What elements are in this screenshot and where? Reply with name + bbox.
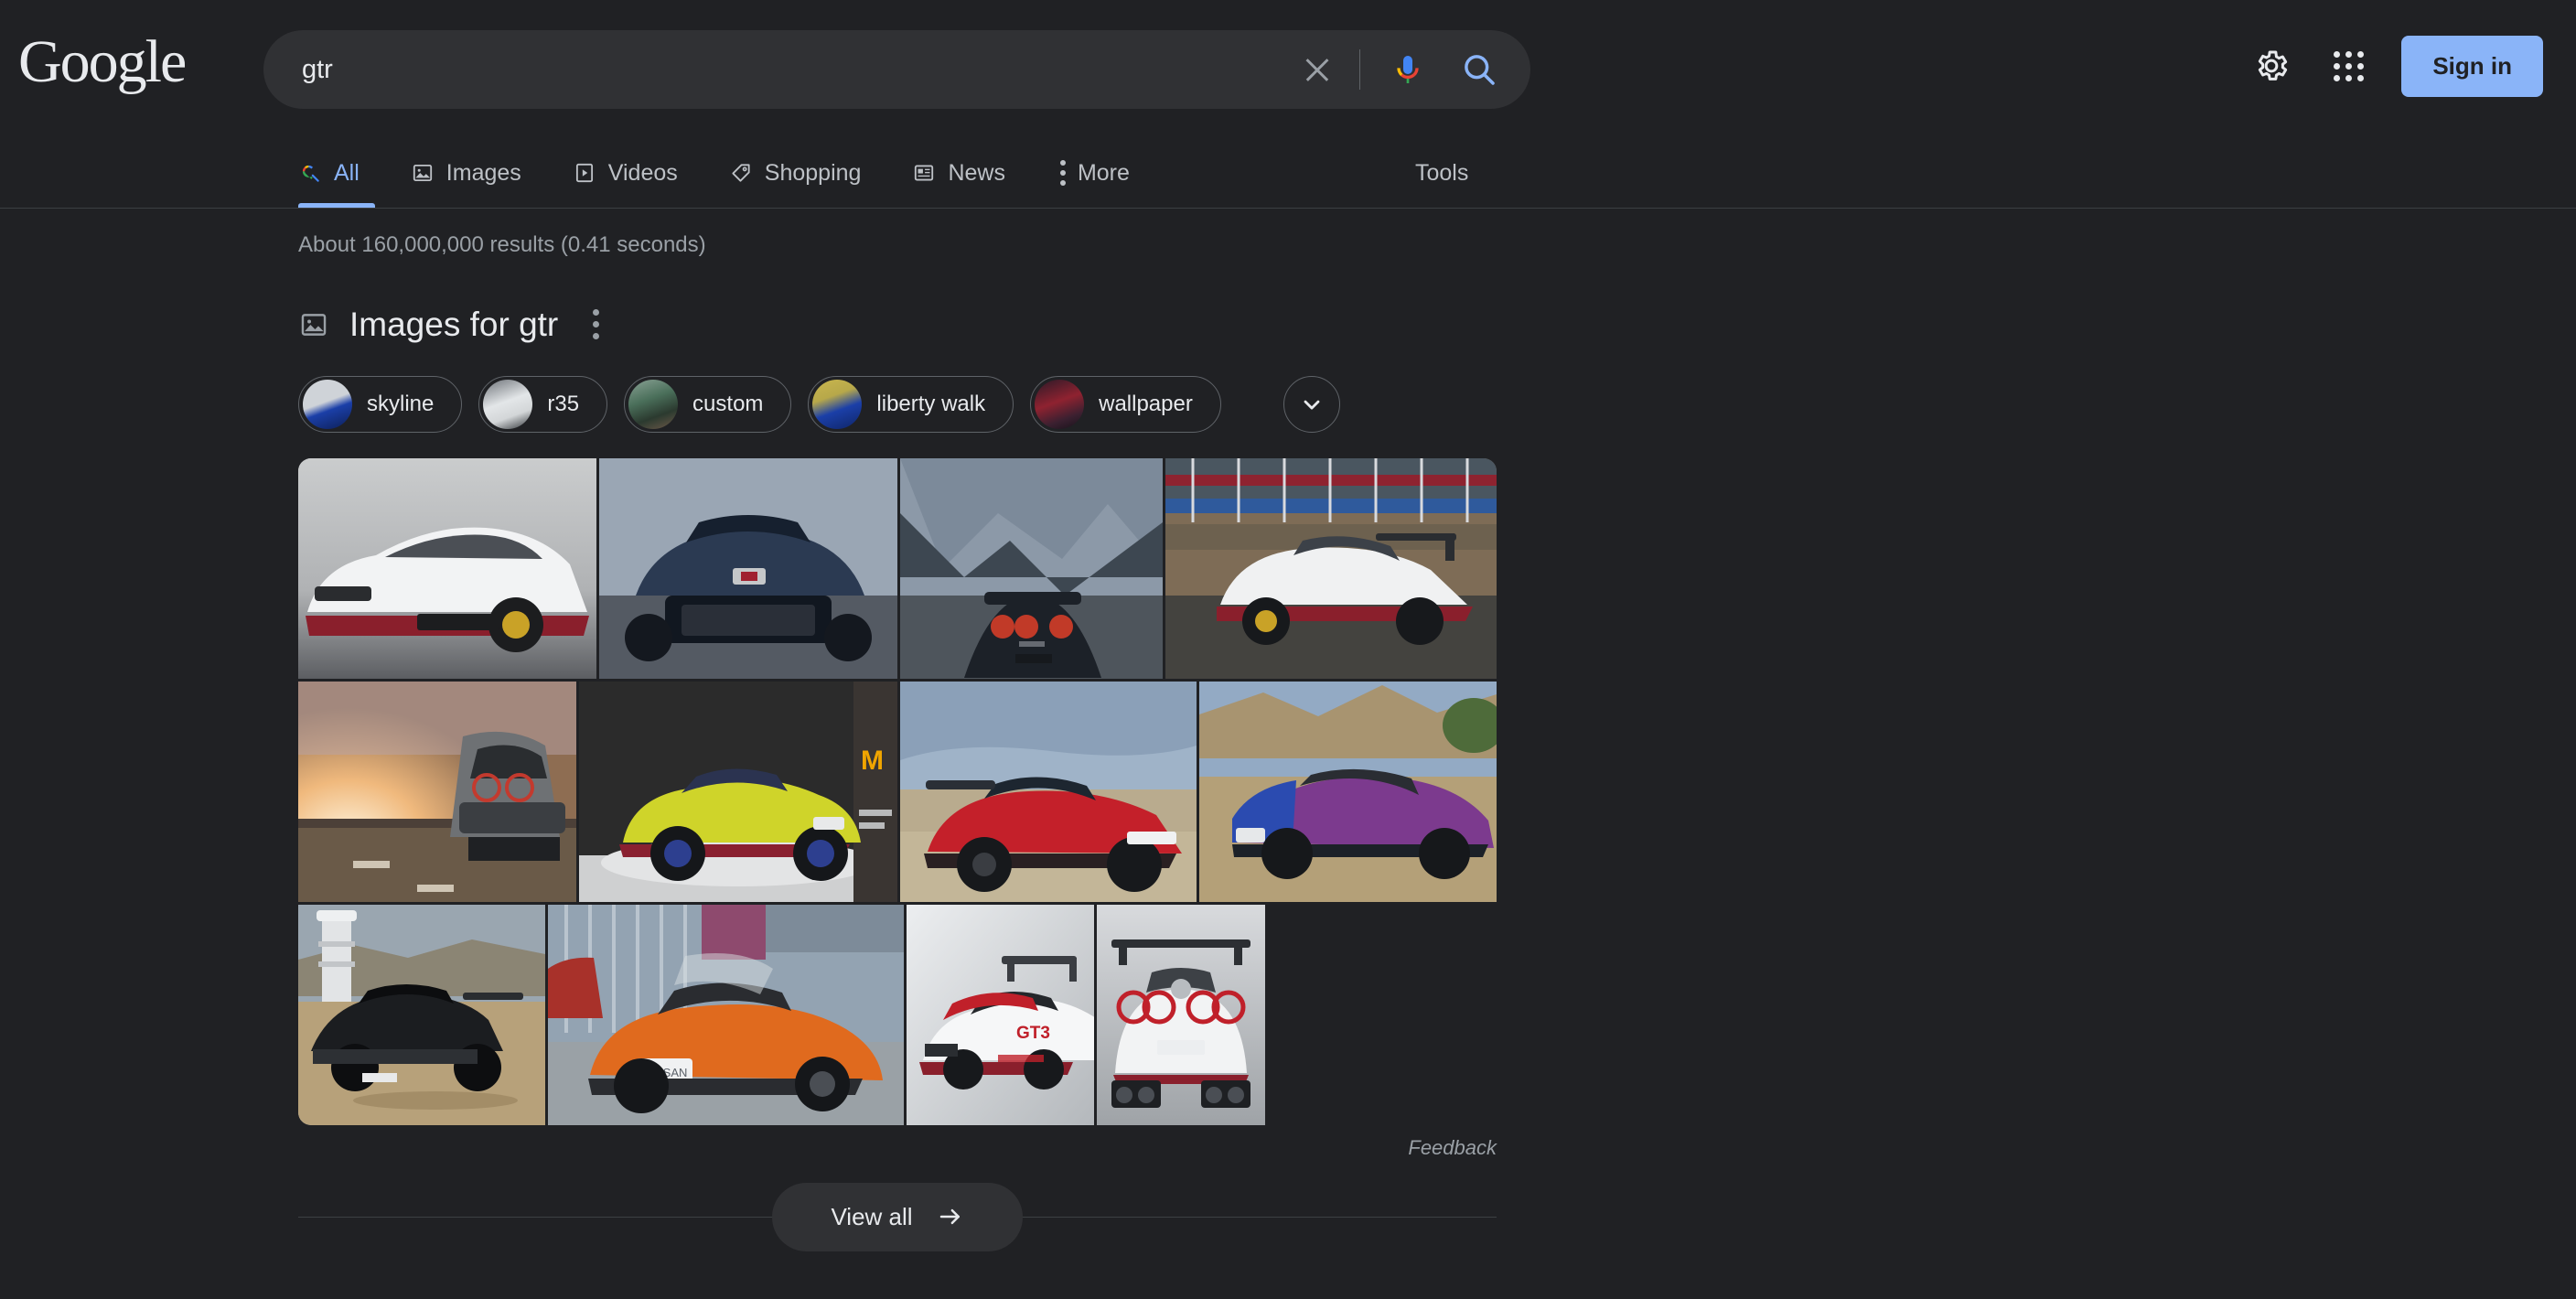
newspaper-icon <box>915 165 934 181</box>
image-result[interactable] <box>900 458 1163 679</box>
chip-label: skyline <box>367 392 435 416</box>
image-result[interactable] <box>900 682 1197 902</box>
sign-in-button[interactable]: Sign in <box>2401 35 2543 97</box>
search-divider <box>1359 49 1360 90</box>
tab-label: Images <box>445 159 521 186</box>
feedback-link[interactable]: Feedback <box>298 1136 1497 1160</box>
tools-button[interactable]: Tools <box>1415 137 1468 209</box>
view-all-section: View all <box>298 1180 1497 1253</box>
result-count: About 160,000,000 results (0.41 seconds) <box>298 232 706 257</box>
gear-icon[interactable] <box>2233 27 2310 104</box>
image-result[interactable] <box>298 905 545 1125</box>
chip-label: wallpaper <box>1099 392 1193 416</box>
search-nav: All Images Videos Shopping News More Too… <box>0 137 2576 209</box>
tab-label: Videos <box>607 159 678 186</box>
image-result[interactable] <box>1199 682 1497 902</box>
close-icon[interactable] <box>1297 49 1337 90</box>
tab-label: Shopping <box>764 159 862 186</box>
image-result[interactable]: M <box>579 682 897 902</box>
chevron-down-icon[interactable] <box>1283 376 1340 433</box>
tab-shopping[interactable]: Shopping <box>729 137 887 209</box>
chip-wallpaper[interactable]: wallpaper <box>1030 376 1221 433</box>
tab-all[interactable]: All <box>298 137 385 209</box>
image-result[interactable] <box>298 458 596 679</box>
kebab-icon <box>1057 160 1066 186</box>
image-results-grid: M GT3 <box>298 458 1497 1125</box>
page-header: Google Sign in <box>0 0 2576 137</box>
svg-text:GT3: GT3 <box>1016 1024 1050 1043</box>
svg-text:M: M <box>861 746 884 776</box>
google-logo[interactable]: Google <box>18 32 187 92</box>
chip-label: r35 <box>547 392 580 416</box>
tab-videos[interactable]: Videos <box>573 137 703 209</box>
image-result[interactable] <box>599 458 897 679</box>
chip-skyline[interactable]: skyline <box>298 376 463 433</box>
chip-thumbnail <box>812 380 863 429</box>
search-icon[interactable] <box>1459 49 1499 90</box>
apps-grid-icon[interactable] <box>2310 27 2387 104</box>
search-bar[interactable] <box>263 30 1530 109</box>
chip-label: liberty walk <box>876 392 986 416</box>
chip-liberty-walk[interactable]: liberty walk <box>808 376 1014 433</box>
video-icon <box>575 163 593 183</box>
image-result[interactable] <box>1165 458 1497 679</box>
chip-thumbnail <box>303 380 352 429</box>
tag-icon <box>732 164 750 182</box>
chip-thumbnail <box>483 380 533 429</box>
image-icon <box>301 313 327 336</box>
chip-custom[interactable]: custom <box>624 376 792 433</box>
search-input[interactable] <box>302 54 1297 85</box>
images-block: Images for gtr skyline r35 custom libert… <box>298 300 1497 1160</box>
tab-more[interactable]: More <box>1057 137 1155 209</box>
view-all-button[interactable]: View all <box>772 1182 1023 1251</box>
tab-label: News <box>948 159 1005 186</box>
search-icon <box>302 165 319 182</box>
header-actions: Sign in <box>2233 27 2543 104</box>
images-block-header: Images for gtr <box>298 300 1497 349</box>
chip-label: custom <box>692 392 764 416</box>
image-icon <box>413 164 432 182</box>
image-result[interactable]: GT3 <box>907 905 1094 1125</box>
related-searches-chips: skyline r35 custom liberty walk wallpape… <box>298 376 1497 433</box>
image-result[interactable] <box>1097 905 1265 1125</box>
chip-r35[interactable]: r35 <box>478 376 608 433</box>
image-result[interactable]: NISSAN <box>548 905 904 1125</box>
chip-thumbnail <box>1035 380 1085 429</box>
nav-divider <box>0 208 2576 209</box>
microphone-icon[interactable] <box>1390 49 1426 90</box>
page-title: Images for gtr <box>349 305 559 343</box>
images-block-menu-icon[interactable] <box>578 300 614 349</box>
image-grid-row <box>298 458 1497 679</box>
tab-images[interactable]: Images <box>411 137 547 209</box>
tab-label: All <box>334 159 360 186</box>
chip-thumbnail <box>628 380 679 429</box>
image-result[interactable] <box>298 682 576 902</box>
image-grid-row: M <box>298 682 1497 902</box>
tab-label: More <box>1077 159 1130 186</box>
image-grid-row: NISSAN <box>298 905 1497 1125</box>
tab-news[interactable]: News <box>912 137 1031 209</box>
arrow-right-icon <box>939 1208 960 1225</box>
view-all-label: View all <box>831 1202 913 1230</box>
